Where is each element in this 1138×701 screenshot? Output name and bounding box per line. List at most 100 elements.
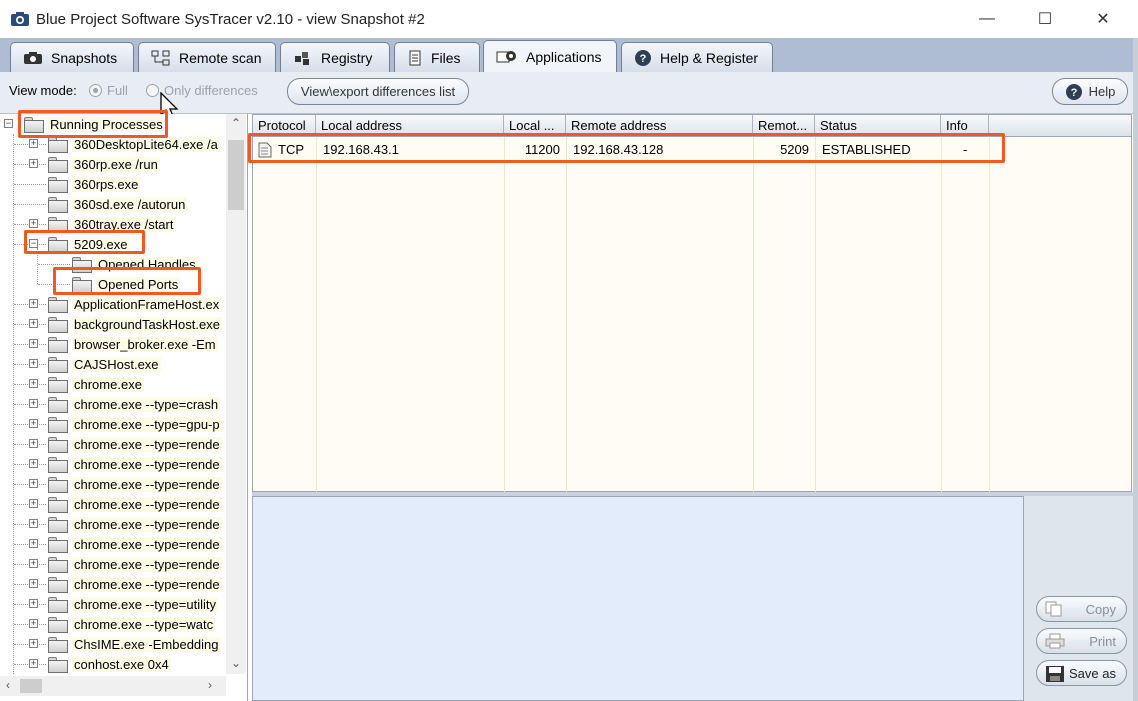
view-export-differences-button[interactable]: View\export differences list xyxy=(287,78,469,105)
tab-registry[interactable]: Registry xyxy=(280,42,390,72)
tree-item[interactable]: backgroundTaskHost.exe xyxy=(48,314,222,334)
tree-item[interactable]: CAJSHost.exe xyxy=(48,354,161,374)
column-header-local-address[interactable]: Local address xyxy=(316,115,504,137)
help-label: Help xyxy=(1088,84,1116,99)
window-edge xyxy=(1133,38,1138,701)
tree-item[interactable]: 360DesktopLite64.exe /a xyxy=(48,134,220,154)
grid-header: Protocol Local address Local ... Remote … xyxy=(253,115,1131,137)
tab-label: Snapshots xyxy=(51,49,118,66)
column-header-remote-address[interactable]: Remote address xyxy=(566,115,753,137)
tree-horizontal-scrollbar[interactable]: ‹ › xyxy=(0,676,226,696)
expand-icon[interactable]: + xyxy=(29,379,38,388)
scrollbar-thumb[interactable] xyxy=(228,140,244,210)
tab-help-register[interactable]: ? Help & Register xyxy=(621,42,773,72)
tree-item[interactable]: chrome.exe --type=rende xyxy=(48,434,222,454)
view-mode-label: View mode: xyxy=(9,83,77,98)
expand-icon[interactable]: + xyxy=(29,479,38,488)
tree-item[interactable]: ChsIME.exe -Embedding xyxy=(48,634,221,654)
expand-icon[interactable]: + xyxy=(29,539,38,548)
tree-item[interactable]: ApplicationFrameHost.ex xyxy=(48,294,222,314)
expand-icon[interactable]: + xyxy=(29,579,38,588)
tab-label: Files xyxy=(431,49,461,66)
column-header-protocol[interactable]: Protocol xyxy=(253,115,316,137)
folder-icon xyxy=(48,317,68,333)
expand-icon[interactable]: + xyxy=(29,499,38,508)
tree-item[interactable]: 360sd.exe /autorun xyxy=(48,194,188,214)
tree-item[interactable]: chrome.exe --type=crash xyxy=(48,394,221,414)
tree-item[interactable]: Opened Handles xyxy=(72,254,198,274)
expand-icon[interactable]: + xyxy=(29,519,38,528)
close-button[interactable]: ✕ xyxy=(1074,0,1132,38)
tree-label: ChsIME.exe -Embedding xyxy=(72,636,221,652)
tree-root-running-processes[interactable]: − Running Processes xyxy=(4,114,165,134)
folder-icon xyxy=(48,537,68,553)
tree-item[interactable]: browser_broker.exe -Em xyxy=(48,334,218,354)
column-header-local-port[interactable]: Local ... xyxy=(504,115,566,137)
expand-icon[interactable]: + xyxy=(29,439,38,448)
tree-item[interactable]: 360tray.exe /start xyxy=(48,214,176,234)
tree-item[interactable]: chrome.exe --type=rende xyxy=(48,534,222,554)
expand-icon[interactable]: + xyxy=(29,299,38,308)
help-button[interactable]: ? Help xyxy=(1052,78,1128,105)
radio-dot xyxy=(89,84,102,97)
save-as-button[interactable]: Save as xyxy=(1036,660,1127,686)
tree-item[interactable]: chrome.exe --type=rende xyxy=(48,494,222,514)
expand-icon[interactable]: + xyxy=(29,419,38,428)
expand-icon[interactable]: + xyxy=(29,659,38,668)
expand-icon[interactable]: + xyxy=(29,559,38,568)
tree-item[interactable]: chrome.exe --type=rende xyxy=(48,454,222,474)
tab-applications[interactable]: Applications xyxy=(483,40,617,73)
tab-files[interactable]: Files xyxy=(394,42,480,72)
full-radio[interactable]: Full xyxy=(89,83,128,98)
tree-item[interactable]: 360rp.exe /run xyxy=(48,154,160,174)
collapse-icon[interactable]: − xyxy=(29,239,38,248)
scroll-left-icon[interactable]: ‹ xyxy=(6,678,10,692)
minimize-button[interactable]: — xyxy=(958,0,1016,38)
expand-icon[interactable]: + xyxy=(29,619,38,628)
expand-icon[interactable]: + xyxy=(29,139,38,148)
tree-item[interactable]: chrome.exe xyxy=(48,374,144,394)
expand-icon[interactable]: + xyxy=(29,159,38,168)
scrollbar-thumb[interactable] xyxy=(20,679,42,693)
tree-label: 360DesktopLite64.exe /a xyxy=(72,136,220,152)
expand-icon[interactable]: + xyxy=(29,219,38,228)
copy-button[interactable]: Copy xyxy=(1036,596,1127,622)
scroll-down-icon[interactable]: ⌄ xyxy=(231,656,241,670)
tab-remote-scan[interactable]: Remote scan xyxy=(138,42,276,72)
column-header-info[interactable]: Info xyxy=(941,115,989,137)
folder-icon xyxy=(48,417,68,433)
detail-pane xyxy=(252,496,1024,701)
tree-item[interactable]: chrome.exe --type=rende xyxy=(48,574,222,594)
tree-item[interactable]: Opened Ports xyxy=(72,274,181,294)
expand-icon[interactable]: + xyxy=(29,459,38,468)
tree-item[interactable]: chrome.exe --type=watc xyxy=(48,614,216,634)
expand-icon[interactable]: + xyxy=(29,639,38,648)
tree-item[interactable]: 5209.exe xyxy=(48,234,130,254)
tree-item[interactable]: conhost.exe 0x4 xyxy=(48,654,171,674)
column-header-status[interactable]: Status xyxy=(815,115,941,137)
tree-item[interactable]: chrome.exe --type=gpu-p xyxy=(48,414,222,434)
tree-item[interactable]: chrome.exe --type=rende xyxy=(48,474,222,494)
expand-icon[interactable]: + xyxy=(29,399,38,408)
scroll-right-icon[interactable]: › xyxy=(208,678,212,692)
print-button[interactable]: Print xyxy=(1036,628,1127,654)
expand-icon[interactable]: + xyxy=(29,599,38,608)
tree-label: 360tray.exe /start xyxy=(72,216,176,232)
tree-item[interactable]: chrome.exe --type=rende xyxy=(48,554,222,574)
tree-item[interactable]: 360rps.exe xyxy=(48,174,141,194)
expand-icon[interactable]: + xyxy=(29,319,38,328)
tree-label: Opened Ports xyxy=(96,276,181,292)
expand-icon[interactable]: + xyxy=(29,339,38,348)
collapse-icon[interactable]: − xyxy=(4,119,13,128)
tab-snapshots[interactable]: Snapshots xyxy=(10,42,134,72)
tree-label: chrome.exe xyxy=(72,376,144,392)
tree-item[interactable]: chrome.exe --type=rende xyxy=(48,514,222,534)
maximize-button[interactable]: ☐ xyxy=(1016,0,1074,38)
folder-icon xyxy=(48,337,68,353)
column-header-remote-port[interactable]: Remot... xyxy=(753,115,815,137)
expand-icon[interactable]: + xyxy=(29,359,38,368)
files-icon xyxy=(409,50,421,65)
tree-item[interactable]: chrome.exe --type=utility xyxy=(48,594,218,614)
tree-vertical-scrollbar[interactable]: ⌃ ⌄ xyxy=(226,114,246,674)
scroll-up-icon[interactable]: ⌃ xyxy=(231,116,241,130)
